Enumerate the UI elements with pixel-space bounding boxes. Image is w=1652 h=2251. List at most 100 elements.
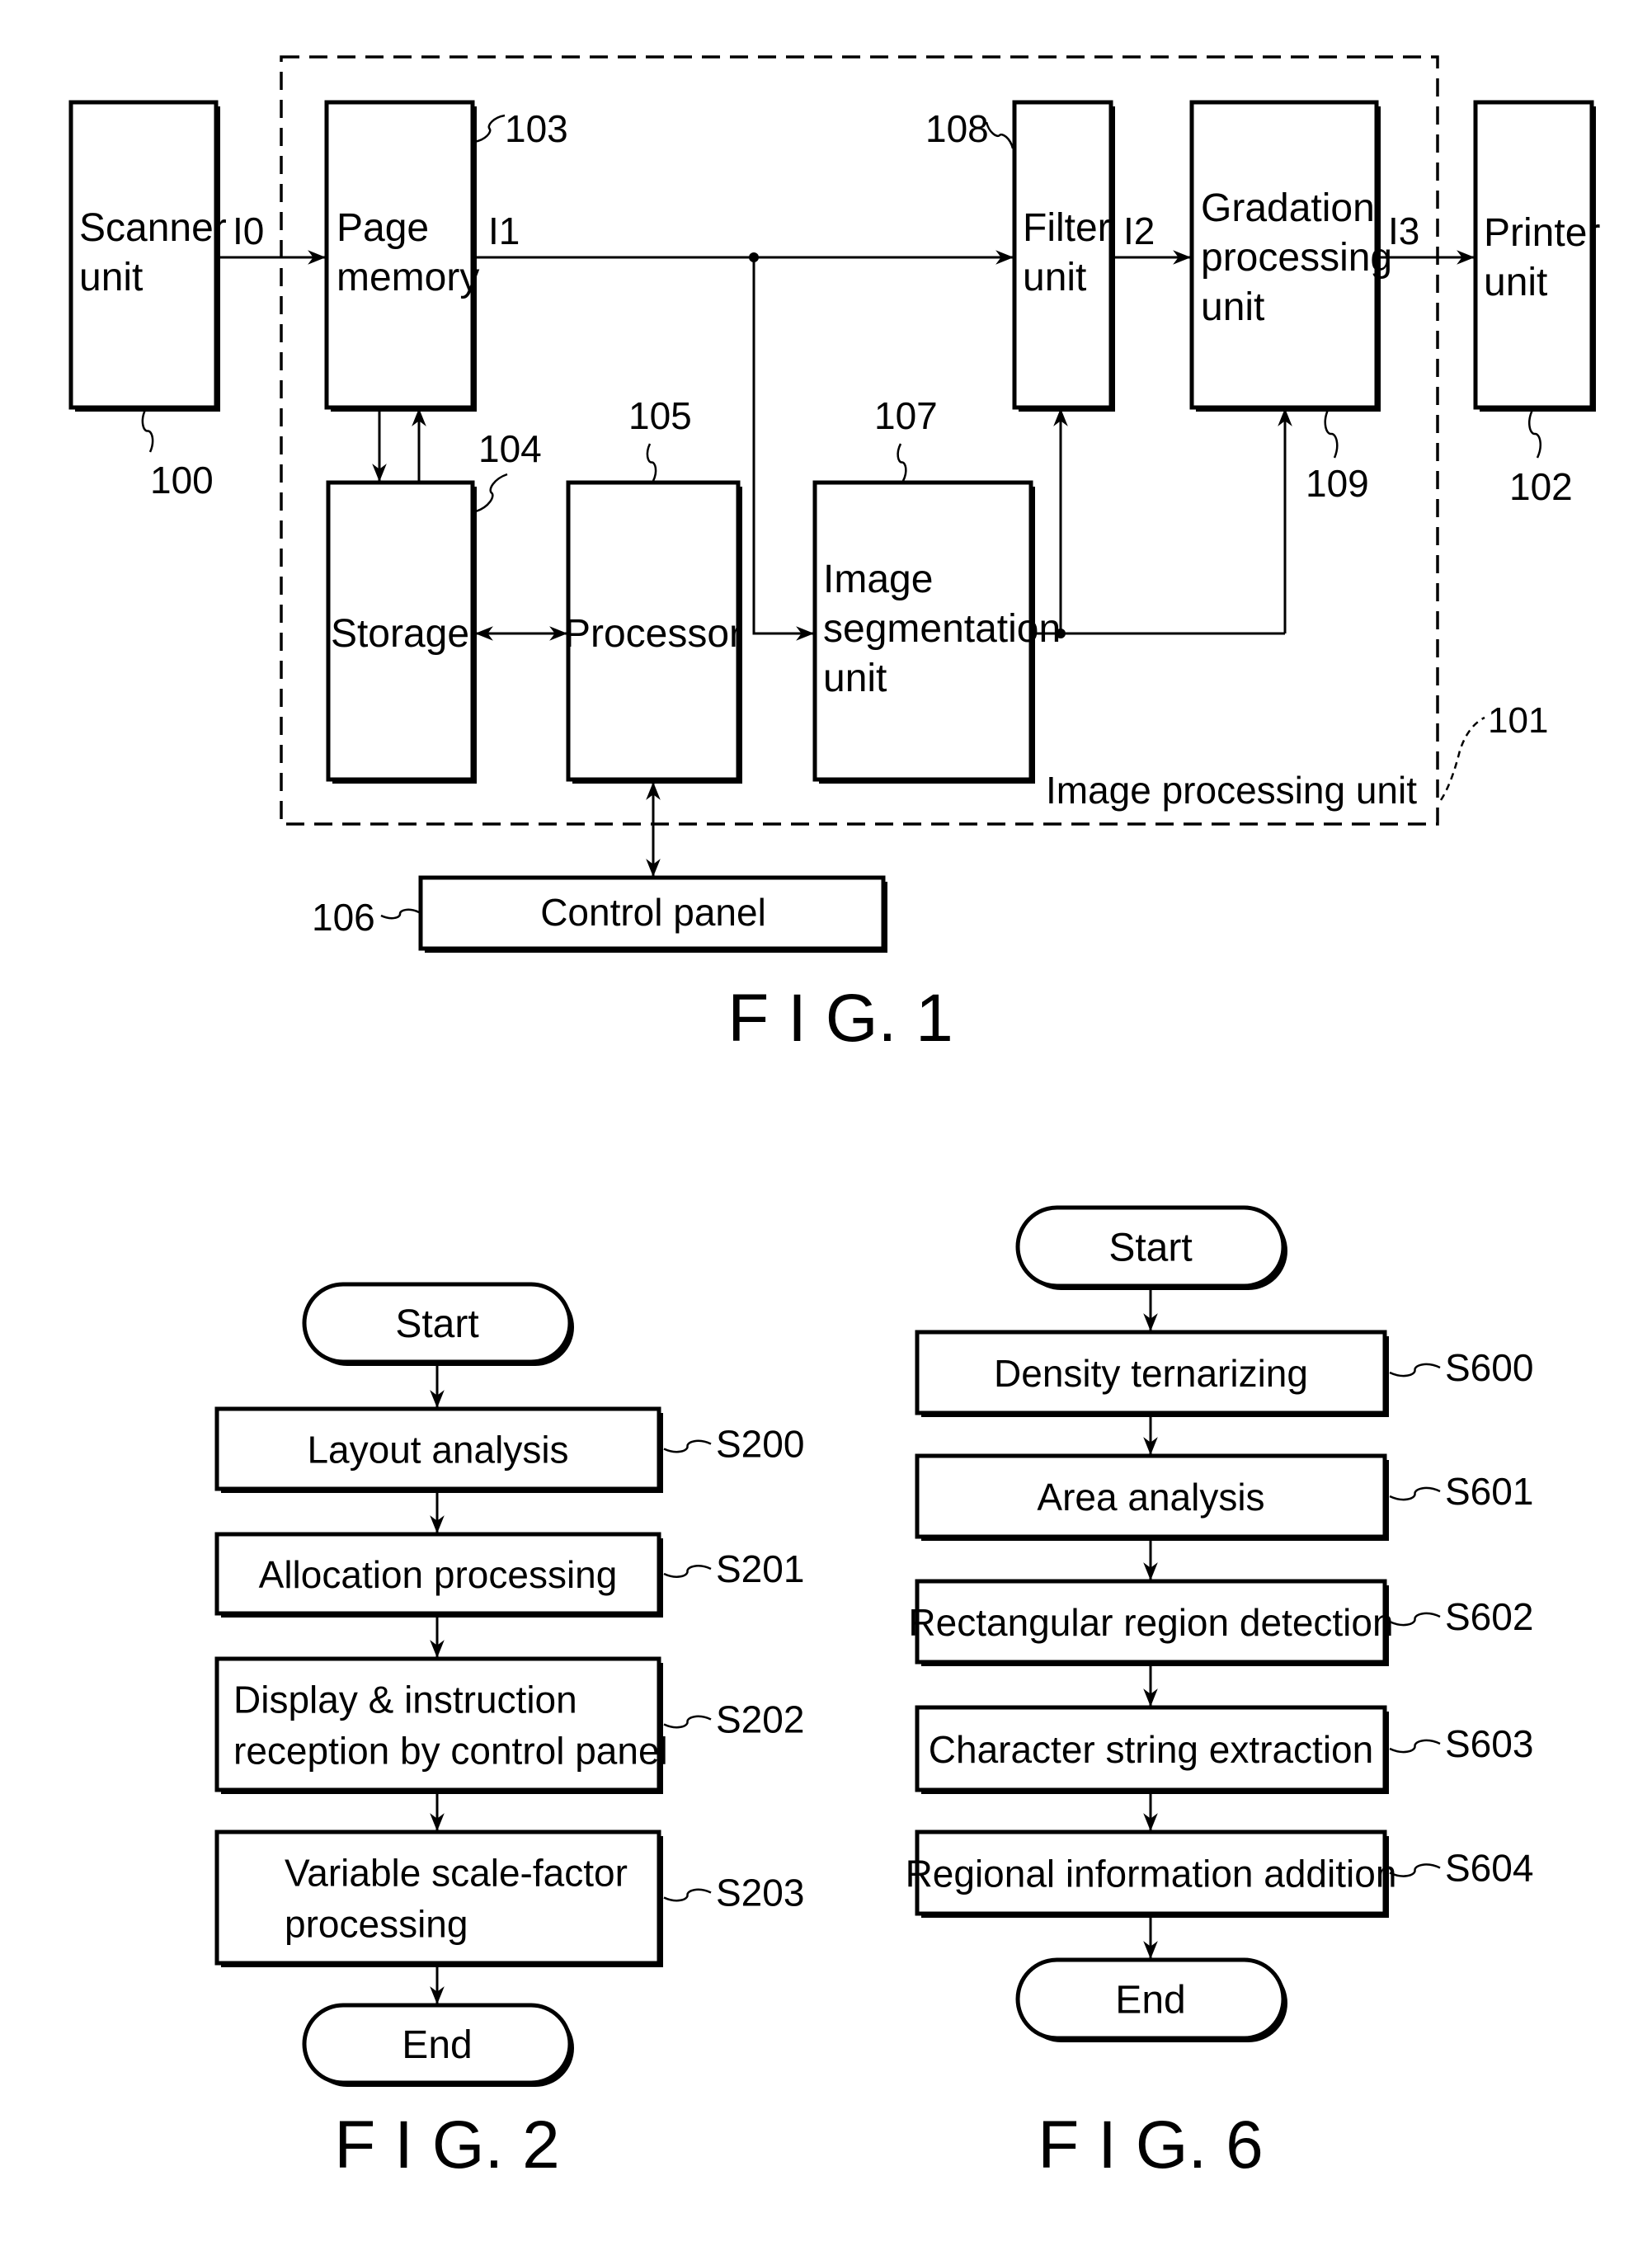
fig2-step-s200: Layout analysis: [214, 1406, 663, 1493]
fig2-end-terminal: End: [302, 2003, 574, 2087]
block-filter-frame: [1012, 100, 1113, 410]
fig6-step-label: Rectangular region detection: [908, 1601, 1393, 1644]
ref-leader-102: [1528, 409, 1541, 459]
ref-108: 108: [925, 107, 989, 150]
block-gradation-label: Gradation: [1201, 186, 1375, 230]
block-control-panel: Control panel: [418, 875, 887, 953]
fig6-ref-leader: [1389, 1863, 1441, 1877]
fig2-ref-leader: [663, 1715, 712, 1729]
block-storage-label: Storage: [331, 612, 469, 656]
block-processor: Processor: [564, 480, 742, 784]
fig6-caption: F I G. 6: [1038, 2107, 1263, 2183]
signal-i1-label: I1: [488, 210, 520, 252]
signal-i3-label: I3: [1388, 210, 1419, 252]
ref-leader-104: [475, 473, 508, 513]
ref-leader-107: [897, 443, 907, 482]
block-gradation-label: processing: [1201, 236, 1392, 280]
signal-i0-label: I0: [233, 210, 264, 252]
ref-106: 106: [312, 896, 375, 939]
ref-109: 109: [1306, 462, 1369, 505]
ref-leader-106: [380, 908, 420, 920]
fig6-ref-leader: [1389, 1363, 1441, 1377]
ref-leader-108: [985, 121, 1014, 149]
step-ref-s601: S601: [1445, 1470, 1533, 1513]
step-ref-s202: S202: [716, 1698, 804, 1741]
fig2-ref-leader: [663, 1565, 712, 1578]
signal-i2-label: I2: [1123, 210, 1155, 252]
step-ref-s201: S201: [716, 1547, 804, 1590]
fig6-ref-leader: [1389, 1612, 1441, 1627]
block-page-memory-label: memory: [337, 256, 479, 299]
block-printer-label: unit: [1484, 261, 1547, 304]
block-processor-label: Processor: [564, 612, 742, 656]
block-filter: Filter unit: [1012, 100, 1115, 412]
block-control-panel-label: Control panel: [540, 891, 766, 934]
ref-104: 104: [478, 427, 542, 470]
ref-leader-103: [473, 114, 506, 144]
i1-to-segmentation-arrow: [752, 257, 815, 641]
block-segmentation-label: segmentation: [823, 607, 1061, 651]
fig2-step-label: reception by control panel: [233, 1730, 668, 1773]
block-scanner-frame: [68, 100, 219, 410]
fig6-ref-leader: [1389, 1739, 1441, 1754]
ref-leader-100: [141, 409, 154, 453]
step-ref-s602: S602: [1445, 1595, 1533, 1638]
block-gradation: Gradation processing unit: [1189, 100, 1392, 412]
fig6-start-label: Start: [1108, 1227, 1192, 1270]
fig2-start-label: Start: [395, 1302, 478, 1346]
fig1-block-diagram: Image processing unit 101 Scanner unit 100…: [68, 55, 1600, 1056]
block-segmentation-label: Image: [823, 558, 933, 601]
fig6-step-s602: Rectangular region detection: [908, 1579, 1394, 1666]
fig2-step-label: Allocation processing: [259, 1553, 618, 1596]
fig2-flowchart: Start Layout analysis S200 Allocation proce…: [214, 1282, 804, 2087]
fig6-step-label: Density ternarizing: [994, 1352, 1308, 1395]
block-segmentation: Image segmentation unit: [812, 480, 1061, 784]
ref-107: 107: [874, 394, 938, 437]
ref-102: 102: [1509, 465, 1573, 508]
fig6-end-label: End: [1115, 1979, 1185, 2023]
fig2-end-label: End: [402, 2023, 472, 2067]
ref-leader-109: [1324, 409, 1339, 459]
block-filter-label: Filter: [1023, 206, 1111, 250]
block-segmentation-label: unit: [823, 657, 887, 700]
step-ref-s604: S604: [1445, 1847, 1533, 1890]
fig6-ref-leader: [1389, 1486, 1441, 1501]
block-page-memory-label: Page: [337, 206, 429, 250]
fig2-step-label: Display & instruction: [233, 1679, 577, 1721]
ref-100: 100: [150, 459, 214, 502]
fig2-caption: F I G. 2: [334, 2107, 559, 2183]
fig2-step-label: Layout analysis: [307, 1429, 568, 1472]
step-ref-s200: S200: [716, 1423, 804, 1466]
fig6-step-s601: Area analysis: [915, 1453, 1389, 1541]
fig2-ref-leader: [663, 1439, 712, 1453]
block-scanner-label: unit: [79, 256, 143, 299]
block-printer: Printer unit: [1473, 100, 1600, 412]
step-ref-s203: S203: [716, 1872, 804, 1914]
block-printer-frame: [1473, 100, 1594, 410]
fig6-flowchart: Start Density ternarizing S600 Area analysi…: [906, 1205, 1533, 2042]
fig6-step-label: Character string extraction: [929, 1728, 1373, 1771]
fig2-start-terminal: Start: [302, 1282, 574, 1366]
fig6-step-s604: Regional information addition: [906, 1830, 1397, 1918]
fig2-step-s201: Allocation processing: [214, 1532, 663, 1618]
block-page-memory-frame: [324, 100, 475, 410]
step-ref-s600: S600: [1445, 1346, 1533, 1389]
fig2-step-s202: Display & instruction reception by contro…: [214, 1656, 668, 1794]
block-page-memory: Page memory: [324, 100, 479, 412]
fig6-start-terminal: Start: [1015, 1205, 1287, 1290]
ref-leader-101: [1439, 716, 1485, 801]
fig2-step-s203: Variable scale-factor processing: [214, 1830, 663, 1967]
ref-105: 105: [628, 394, 692, 437]
fig6-step-label: Regional information addition: [906, 1853, 1397, 1895]
fig2-ref-leader: [663, 1888, 712, 1902]
block-gradation-label: unit: [1201, 285, 1264, 329]
patent-drawing-sheet: Image processing unit 101 Scanner unit 100…: [68, 55, 1600, 2183]
ref-101: 101: [1488, 700, 1548, 741]
step-ref-s603: S603: [1445, 1722, 1533, 1765]
fig2-step-label: processing: [285, 1903, 468, 1946]
ref-leader-105: [646, 443, 657, 482]
ref-103: 103: [505, 107, 568, 150]
image-processing-unit-label: Image processing unit: [1046, 769, 1417, 812]
block-scanner-label: Scanner: [79, 206, 227, 250]
fig6-step-s600: Density ternarizing: [915, 1330, 1389, 1417]
